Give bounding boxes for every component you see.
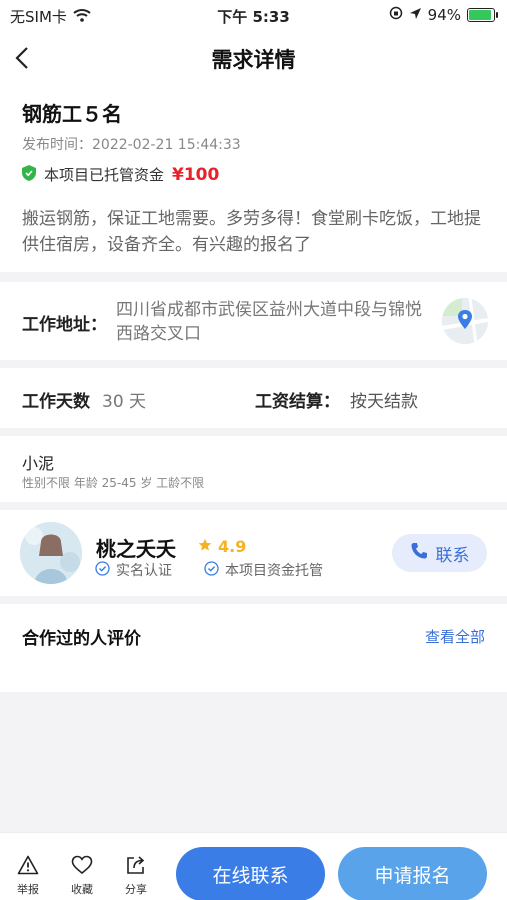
status-bar: 无SIM卡 下午 5:33 94% xyxy=(0,0,507,32)
reviews-card: 合作过的人评价 查看全部 xyxy=(0,604,507,692)
requirement-title: 小泥 xyxy=(22,454,55,473)
employer-rating: 4.9 xyxy=(198,537,246,556)
star-icon xyxy=(198,537,212,556)
share-button[interactable]: 分享 xyxy=(116,849,156,897)
rating-value: 4.9 xyxy=(218,537,247,556)
view-all-reviews-link[interactable]: 查看全部 xyxy=(425,626,485,647)
job-title: 钢筋工５名 xyxy=(22,102,122,126)
bottom-action-bar: 举报 收藏 分享 在线联系 申请报名 xyxy=(0,832,507,900)
funds-escrow-verified-label: 本项目资金托管 xyxy=(225,563,323,579)
reviews-title: 合作过的人评价 xyxy=(22,629,141,649)
funds-escrow-verified: 本项目资金托管 xyxy=(204,560,323,580)
contact-button[interactable]: 联系 xyxy=(392,534,487,572)
favorite-label: 收藏 xyxy=(71,883,93,896)
shield-check-icon xyxy=(22,164,36,185)
real-name-verified-label: 实名认证 xyxy=(116,563,172,579)
battery-percent: 94% xyxy=(427,6,461,24)
contact-label: 联系 xyxy=(435,545,470,566)
online-contact-button[interactable]: 在线联系 xyxy=(176,847,325,900)
escrow-info: 本项目已托管资金 ¥100 xyxy=(22,164,219,185)
apply-button[interactable]: 申请报名 xyxy=(338,847,487,900)
location-arrow-icon xyxy=(409,6,422,24)
pay-settlement-label: 工资结算： xyxy=(255,392,340,412)
requirement-detail: 性别不限 年龄 25-45 岁 工龄不限 xyxy=(22,476,205,490)
employer-name: 桃之夭夭 xyxy=(96,537,176,561)
requirements-card: 小泥 性别不限 年龄 25-45 岁 工龄不限 xyxy=(0,436,507,502)
real-name-verified: 实名认证 xyxy=(95,560,172,580)
pay-settlement-value: 按天结款 xyxy=(350,392,418,412)
report-button[interactable]: 举报 xyxy=(8,849,48,897)
report-label: 举报 xyxy=(17,883,39,896)
address-value: 四川省成都市武侯区益州大道中段与锦悦西路交叉口 xyxy=(116,300,422,344)
battery-icon xyxy=(467,8,498,22)
work-days-label: 工作天数 xyxy=(22,392,90,412)
check-circle-icon xyxy=(204,560,219,580)
post-time: 发布时间：2022-02-21 15:44:33 xyxy=(22,137,241,153)
favorite-button[interactable]: 收藏 xyxy=(62,849,102,897)
nav-bar: 需求详情 xyxy=(0,32,507,84)
work-terms-card: 工作天数 30 天 工资结算： 按天结款 xyxy=(0,368,507,428)
phone-icon xyxy=(410,542,428,565)
heart-icon xyxy=(62,855,102,875)
share-label: 分享 xyxy=(125,883,147,896)
avatar[interactable] xyxy=(20,522,82,584)
lock-rotation-icon xyxy=(389,6,403,24)
check-circle-icon xyxy=(95,560,110,580)
share-icon xyxy=(116,855,156,875)
address-card: 工作地址： 四川省成都市武侯区益州大道中段与锦悦西路交叉口 xyxy=(0,282,507,360)
address-label: 工作地址： xyxy=(22,315,107,335)
job-summary-card: 钢筋工５名 发布时间：2022-02-21 15:44:33 本项目已托管资金 … xyxy=(0,84,507,272)
job-description: 搬运钢筋，保证工地需要。多劳多得！食堂刷卡吃饭，工地提供住宿房，设备齐全。有兴趣… xyxy=(22,209,481,255)
work-days-value: 30 天 xyxy=(102,392,147,412)
escrow-amount: ¥100 xyxy=(172,164,220,185)
escrow-text: 本项目已托管资金 xyxy=(44,166,165,184)
employer-card: 桃之夭夭 4.9 实名认证 本项目资金托管 联系 xyxy=(0,510,507,596)
map-thumbnail[interactable] xyxy=(442,298,488,344)
page-title: 需求详情 xyxy=(211,48,296,72)
warning-icon xyxy=(8,855,48,875)
